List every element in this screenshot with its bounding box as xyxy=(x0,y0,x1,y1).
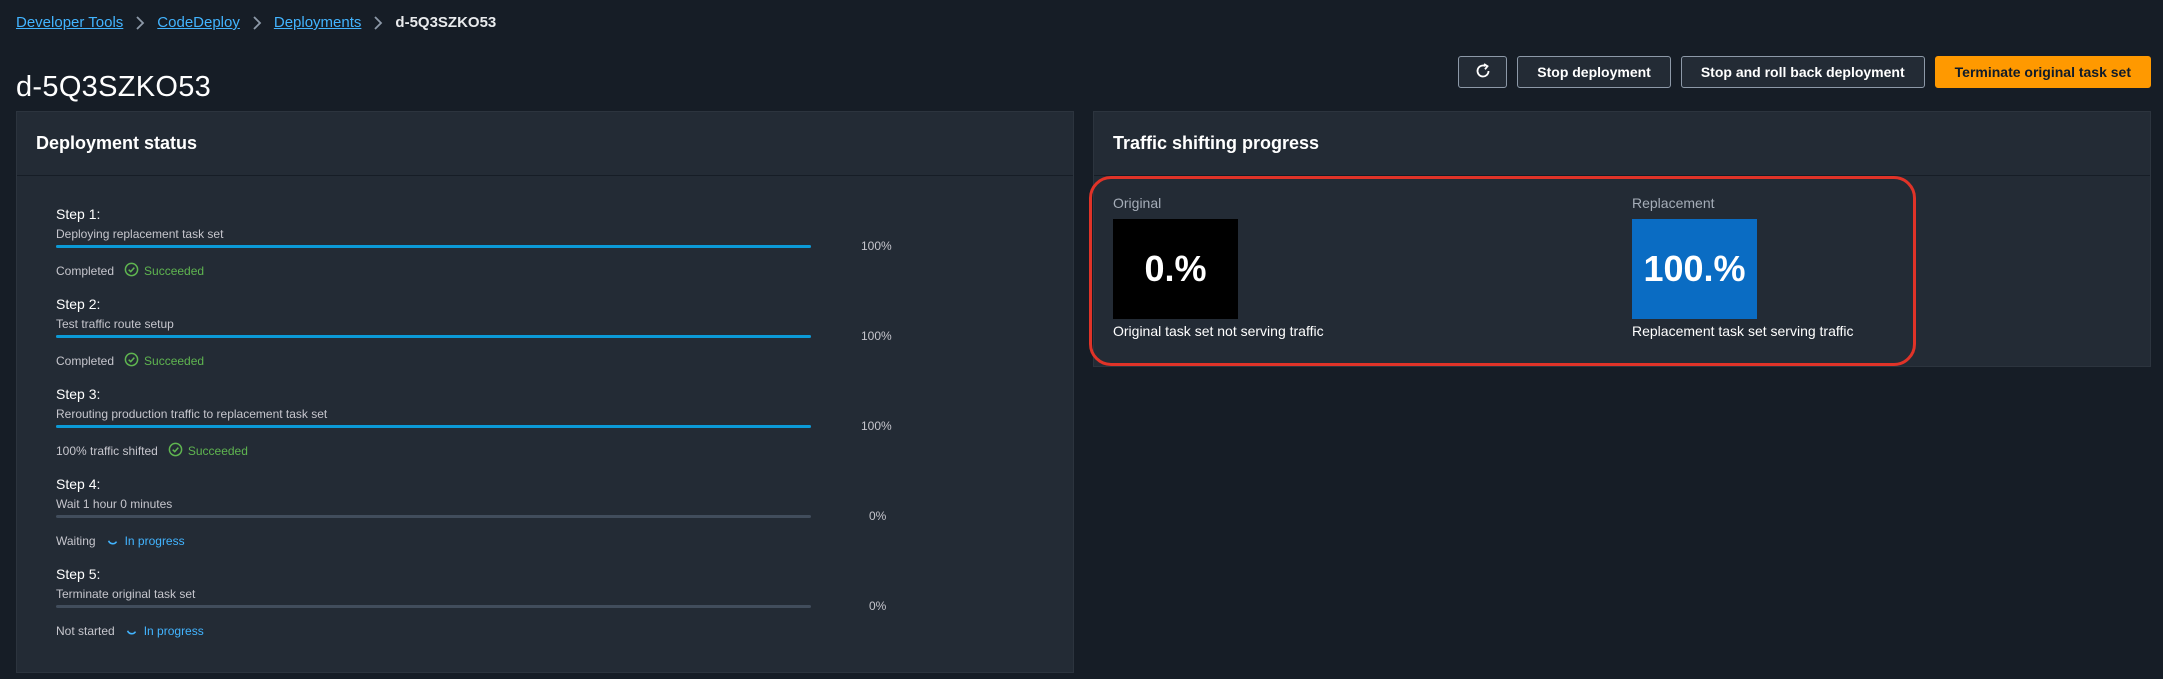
step-description: Rerouting production traffic to replacem… xyxy=(56,407,328,421)
status-indicator: Succeeded xyxy=(124,352,204,370)
step-description: Deploying replacement task set xyxy=(56,227,224,241)
status-indicator: Succeeded xyxy=(168,442,248,460)
step-progress-bar xyxy=(56,245,811,248)
stop-and-rollback-button[interactable]: Stop and roll back deployment xyxy=(1680,56,1925,88)
deployment-status-header: Deployment status xyxy=(17,112,1073,176)
deployment-status-panel: Deployment status Step 1: Deploying repla… xyxy=(16,111,1074,673)
step-status: Waiting In progress xyxy=(56,532,185,549)
step-description: Test traffic route setup xyxy=(56,317,174,331)
stop-deployment-button[interactable]: Stop deployment xyxy=(1517,56,1671,88)
breadcrumb-deployments[interactable]: Deployments xyxy=(274,14,362,31)
step-status: Completed Succeeded xyxy=(56,262,204,280)
status-indicator: In progress xyxy=(106,532,185,549)
step-progress-bar xyxy=(56,605,811,608)
breadcrumb-developer-tools[interactable]: Developer Tools xyxy=(16,14,123,31)
step-progress-fill xyxy=(56,335,811,338)
step-status-label: Waiting xyxy=(56,533,96,548)
step-status: Completed Succeeded xyxy=(56,352,204,370)
page-title: d-5Q3SZKO53 xyxy=(16,71,212,104)
status-text: Succeeded xyxy=(144,264,205,278)
step-name: Step 1: xyxy=(56,206,101,222)
breadcrumb-codedeploy[interactable]: CodeDeploy xyxy=(157,14,240,31)
step-percent: 100% xyxy=(861,419,892,433)
status-text: Succeeded xyxy=(144,354,205,368)
step-status-label: Completed xyxy=(56,264,115,278)
step-status-label: Not started xyxy=(56,623,115,638)
status-indicator: Succeeded xyxy=(124,262,204,280)
breadcrumb: Developer Tools CodeDeploy Deployments d… xyxy=(16,14,496,31)
terminate-original-task-set-button[interactable]: Terminate original task set xyxy=(1934,56,2151,88)
step-status: 100% traffic shifted Succeeded xyxy=(56,442,248,460)
step-progress-bar xyxy=(56,335,811,338)
refresh-icon xyxy=(1474,62,1492,83)
traffic-shifting-title: Traffic shifting progress xyxy=(1113,133,1320,153)
step-name: Step 5: xyxy=(56,566,101,582)
step-progress-bar xyxy=(56,425,811,428)
breadcrumb-current: d-5Q3SZKO53 xyxy=(395,14,497,31)
refresh-button[interactable] xyxy=(1458,56,1508,88)
step-percent: 100% xyxy=(861,239,892,253)
check-circle-icon xyxy=(124,352,139,370)
check-circle-icon xyxy=(168,442,183,460)
chevron-right-icon xyxy=(373,15,383,30)
status-indicator: In progress xyxy=(125,622,204,639)
step-status: Not started In progress xyxy=(56,622,204,639)
header-actions: Stop deployment Stop and roll back deplo… xyxy=(1458,56,2151,88)
step-name: Step 4: xyxy=(56,476,101,492)
status-text: In progress xyxy=(143,623,204,638)
chevron-right-icon xyxy=(135,15,145,30)
traffic-shifting-header: Traffic shifting progress xyxy=(1094,112,2150,176)
check-circle-icon xyxy=(124,262,139,280)
step-percent: 0% xyxy=(869,599,887,613)
step-name: Step 3: xyxy=(56,386,101,402)
spinner-icon xyxy=(125,622,139,639)
chevron-right-icon xyxy=(252,15,262,30)
step-progress-fill xyxy=(56,245,811,248)
annotation-highlight xyxy=(1089,176,1916,366)
deployment-status-title: Deployment status xyxy=(36,133,198,153)
step-description: Wait 1 hour 0 minutes xyxy=(56,497,173,511)
step-percent: 100% xyxy=(861,329,892,343)
step-percent: 0% xyxy=(869,509,887,523)
step-status-label: 100% traffic shifted xyxy=(56,444,158,458)
status-text: In progress xyxy=(124,533,185,548)
step-progress-bar xyxy=(56,515,811,518)
status-text: Succeeded xyxy=(187,444,248,458)
spinner-icon xyxy=(106,532,120,549)
step-status-label: Completed xyxy=(56,354,115,368)
step-progress-fill xyxy=(56,425,811,428)
step-name: Step 2: xyxy=(56,296,101,312)
step-description: Terminate original task set xyxy=(56,587,196,601)
